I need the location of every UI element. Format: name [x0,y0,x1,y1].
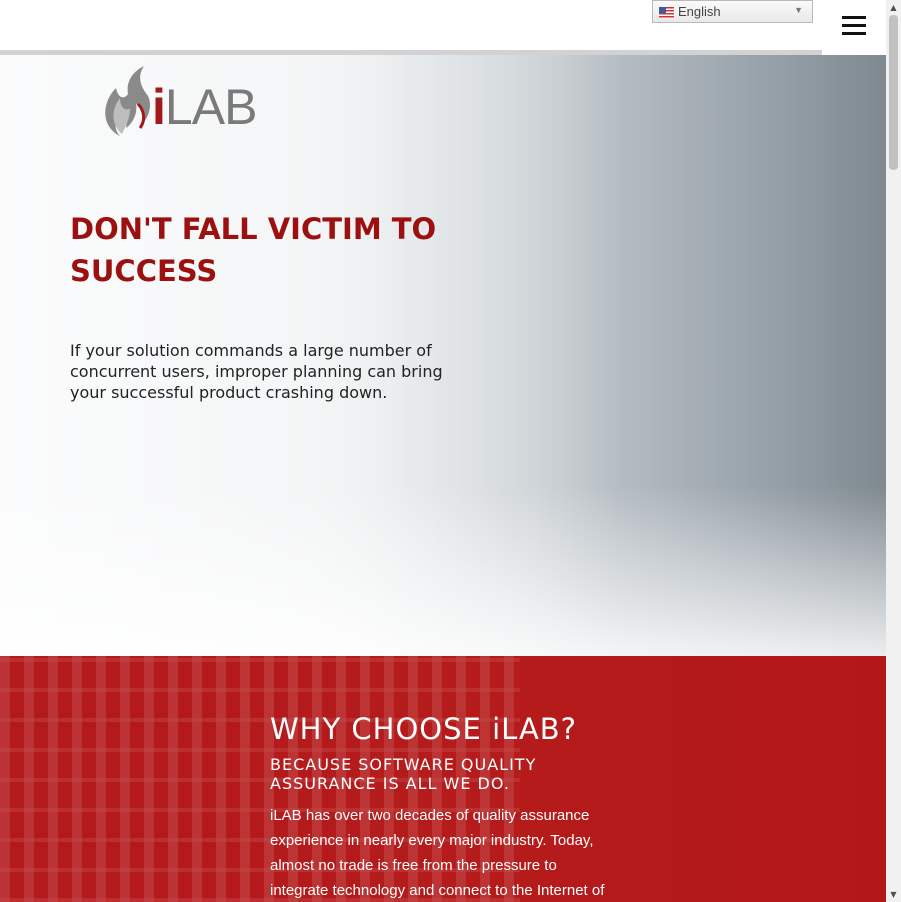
scroll-down-icon[interactable]: ▼ [886,887,901,902]
why-title: WHY CHOOSE iLAB? [270,712,578,746]
why-subtitle: BECAUSE SOFTWARE QUALITY ASSURANCE IS AL… [270,755,537,793]
why-body: iLAB has over two decades of quality ass… [270,807,605,899]
hero-headline: DON'T FALL VICTIM TO SUCCESS [70,212,437,288]
scrollbar-thumb[interactable] [889,15,898,170]
hamburger-menu-icon[interactable] [842,16,866,37]
language-selected: English [678,4,721,19]
language-selector[interactable]: English ▼ [652,0,813,23]
hero-text: If your solution commands a large number… [70,341,443,402]
scroll-up-icon[interactable]: ▲ [886,0,901,15]
hero-bottom-fade [0,486,886,656]
why-choose-section: WHY CHOOSE iLAB? BECAUSE SOFTWARE QUALIT… [0,656,886,902]
vertical-scrollbar[interactable]: ▲ ▼ [886,0,901,902]
dropdown-arrow-icon: ▼ [794,5,803,15]
logo-wordmark: iLAB [152,79,257,135]
us-flag-icon [659,7,674,18]
